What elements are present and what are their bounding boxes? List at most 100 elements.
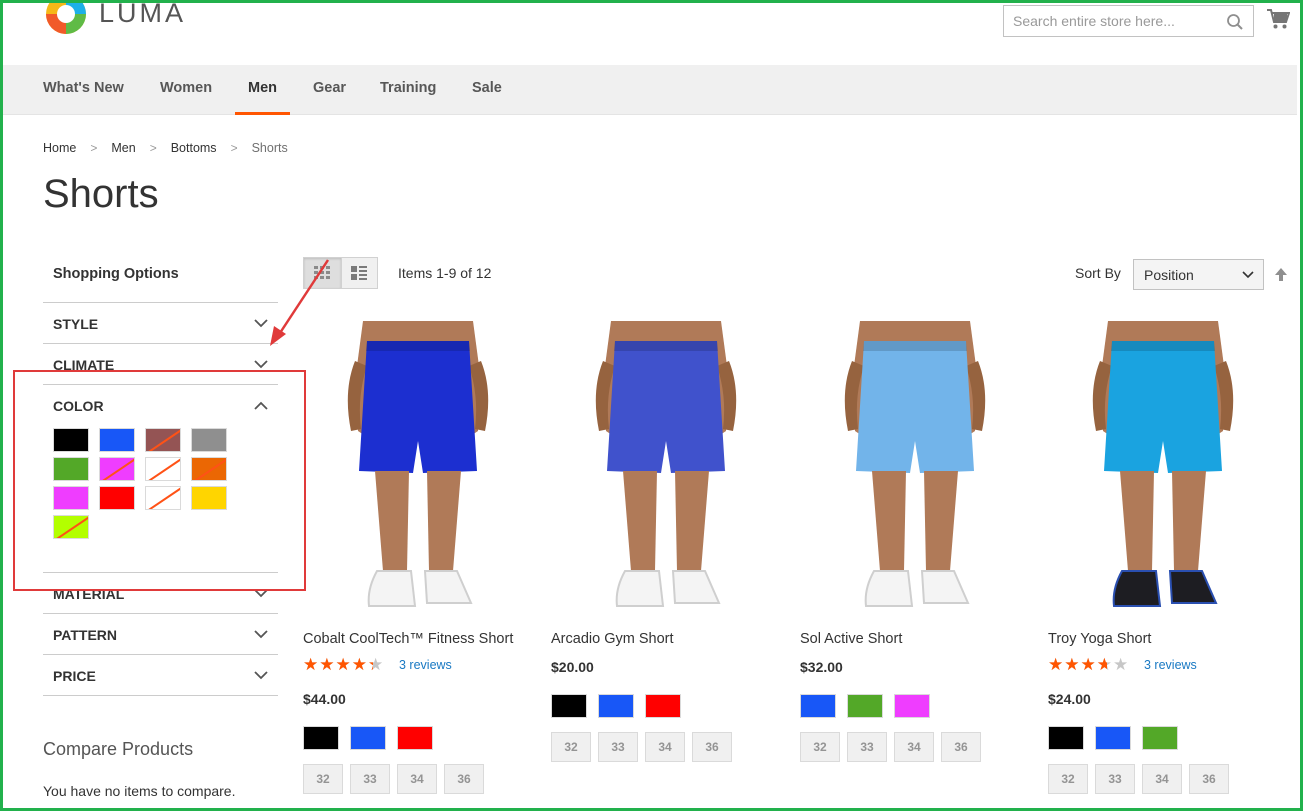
product-size-button[interactable]: 32 xyxy=(800,732,840,762)
filter-material-header[interactable]: MATERIAL xyxy=(43,573,278,614)
filter-label: PATTERN xyxy=(53,626,118,643)
nav-item-women[interactable]: Women xyxy=(160,65,212,115)
search-input[interactable] xyxy=(1004,6,1253,36)
product-size-button[interactable]: 33 xyxy=(350,764,390,794)
product-price: $24.00 xyxy=(1048,691,1091,707)
product-size-button[interactable]: 32 xyxy=(551,732,591,762)
product-color-options xyxy=(1048,726,1278,750)
product-card: Arcadio Gym Short $20.00 32 33 34 36 xyxy=(551,321,781,762)
color-filter-swatch[interactable] xyxy=(191,428,227,452)
product-rating: ★★★★★★★★★★ 3 reviews xyxy=(1048,656,1278,674)
product-color-swatch[interactable] xyxy=(350,726,386,750)
color-filter-swatch[interactable] xyxy=(99,428,135,452)
color-filter-swatch[interactable] xyxy=(99,486,135,510)
product-color-swatch[interactable] xyxy=(303,726,339,750)
product-color-swatch[interactable] xyxy=(1142,726,1178,750)
filter-climate: CLIMATE xyxy=(43,343,278,385)
product-size-button[interactable]: 32 xyxy=(1048,764,1088,794)
nav-item-gear[interactable]: Gear xyxy=(313,65,346,115)
filter-price: PRICE xyxy=(43,654,278,696)
reviews-link[interactable]: 3 reviews xyxy=(399,658,452,672)
product-color-options xyxy=(551,694,781,718)
product-size-button[interactable]: 33 xyxy=(598,732,638,762)
product-image[interactable] xyxy=(551,321,781,621)
product-size-options: 32 33 34 36 xyxy=(551,732,781,762)
filter-divider xyxy=(43,695,278,696)
product-image[interactable] xyxy=(1048,321,1278,621)
filter-label: STYLE xyxy=(53,315,99,332)
color-filter-swatch[interactable] xyxy=(53,428,89,452)
breadcrumb-home[interactable]: Home xyxy=(43,141,76,155)
color-filter-swatch[interactable] xyxy=(145,457,181,481)
color-filter-swatch[interactable] xyxy=(53,515,89,539)
items-count: Items 1-9 of 12 xyxy=(398,265,492,281)
filter-price-header[interactable]: PRICE xyxy=(43,655,278,696)
product-color-swatch[interactable] xyxy=(397,726,433,750)
luma-logo[interactable]: LUMA xyxy=(43,0,186,40)
product-size-button[interactable]: 32 xyxy=(303,764,343,794)
rating-stars-icon: ★★★★★★★★★★ xyxy=(303,655,385,674)
breadcrumb-separator-icon: > xyxy=(149,141,157,155)
product-name-link[interactable]: Arcadio Gym Short xyxy=(551,631,781,647)
product-size-button[interactable]: 34 xyxy=(894,732,934,762)
product-size-button[interactable]: 34 xyxy=(1142,764,1182,794)
product-color-swatch[interactable] xyxy=(847,694,883,718)
product-size-button[interactable]: 36 xyxy=(941,732,981,762)
product-size-button[interactable]: 36 xyxy=(692,732,732,762)
product-name-link[interactable]: Cobalt CoolTech™ Fitness Short xyxy=(303,631,533,647)
product-price: $32.00 xyxy=(800,659,843,675)
product-color-swatch[interactable] xyxy=(1048,726,1084,750)
sort-direction-arrow-icon[interactable] xyxy=(1274,267,1288,282)
search-icon[interactable] xyxy=(1226,13,1244,31)
product-color-swatch[interactable] xyxy=(598,694,634,718)
product-name-link[interactable]: Troy Yoga Short xyxy=(1048,631,1278,647)
main-navigation: What's New Women Men Gear Training Sale xyxy=(3,65,1297,115)
list-view-button[interactable] xyxy=(340,258,378,288)
color-filter-swatch[interactable] xyxy=(191,457,227,481)
product-size-button[interactable]: 36 xyxy=(444,764,484,794)
cart-icon[interactable] xyxy=(1266,8,1290,30)
color-filter-swatch[interactable] xyxy=(53,486,89,510)
product-color-swatch[interactable] xyxy=(1095,726,1131,750)
filter-climate-header[interactable]: CLIMATE xyxy=(43,344,278,385)
breadcrumb-bottoms[interactable]: Bottoms xyxy=(171,141,217,155)
product-name-link[interactable]: Sol Active Short xyxy=(800,631,1030,647)
product-size-button[interactable]: 34 xyxy=(645,732,685,762)
product-image[interactable] xyxy=(303,321,533,621)
chevron-up-icon xyxy=(254,401,268,410)
product-size-button[interactable]: 36 xyxy=(1189,764,1229,794)
color-filter-swatch[interactable] xyxy=(191,486,227,510)
breadcrumb-separator-icon: > xyxy=(90,141,98,155)
list-icon xyxy=(351,266,368,280)
color-filter-swatch[interactable] xyxy=(99,457,135,481)
breadcrumb-men[interactable]: Men xyxy=(111,141,135,155)
nav-item-training[interactable]: Training xyxy=(380,65,436,115)
color-filter-swatch[interactable] xyxy=(145,428,181,452)
sort-by-select[interactable]: Position xyxy=(1133,259,1264,290)
search-box[interactable] xyxy=(1003,5,1254,37)
product-size-button[interactable]: 33 xyxy=(847,732,887,762)
filter-label: COLOR xyxy=(53,397,104,414)
filter-pattern-header[interactable]: PATTERN xyxy=(43,614,278,655)
nav-item-whats-new[interactable]: What's New xyxy=(43,65,124,115)
logo-text: LUMA xyxy=(99,0,187,28)
product-color-swatch[interactable] xyxy=(551,694,587,718)
filter-style-header[interactable]: STYLE xyxy=(43,303,278,344)
grid-view-button[interactable] xyxy=(304,258,341,288)
filter-style: STYLE xyxy=(43,302,278,344)
color-filter-swatch[interactable] xyxy=(145,486,181,510)
reviews-link[interactable]: 3 reviews xyxy=(1144,658,1197,672)
nav-item-sale[interactable]: Sale xyxy=(472,65,502,115)
product-size-button[interactable]: 34 xyxy=(397,764,437,794)
product-color-swatch[interactable] xyxy=(645,694,681,718)
filter-color: COLOR xyxy=(43,384,278,573)
filter-color-header[interactable]: COLOR xyxy=(43,385,278,426)
product-image[interactable] xyxy=(800,321,1030,621)
color-filter-swatch[interactable] xyxy=(53,457,89,481)
product-color-swatch[interactable] xyxy=(800,694,836,718)
product-size-options: 32 33 34 36 xyxy=(1048,764,1278,794)
breadcrumb: Home > Men > Bottoms > Shorts xyxy=(43,141,288,155)
nav-item-men[interactable]: Men xyxy=(235,65,290,115)
product-size-button[interactable]: 33 xyxy=(1095,764,1135,794)
product-color-swatch[interactable] xyxy=(894,694,930,718)
